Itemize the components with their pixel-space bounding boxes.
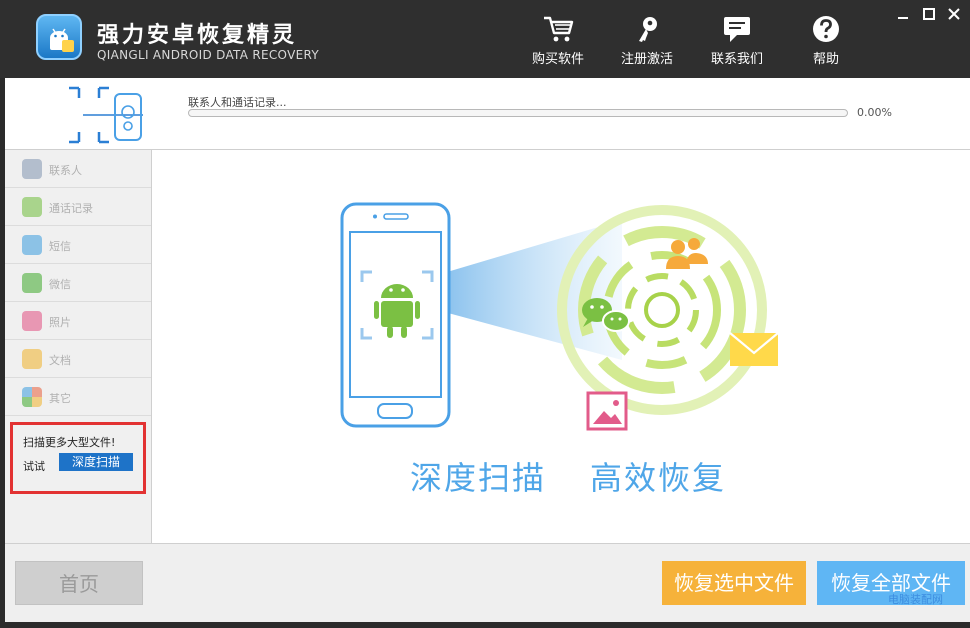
sidebar-item-wechat[interactable]: 微信	[5, 264, 151, 302]
sidebar-item-contacts[interactable]: 联系人	[5, 150, 151, 188]
help-label: 帮助	[812, 52, 839, 67]
title-bar: 强力安卓恢复精灵 QIANGLI ANDROID DATA RECOVERY 购…	[0, 0, 970, 78]
recovery-illustration	[340, 202, 779, 431]
shopping-cart-icon	[544, 16, 574, 42]
sidebar-item-label: 短信	[49, 240, 71, 253]
sidebar-item-photos[interactable]: 照片	[5, 302, 151, 340]
app-subtitle: QIANGLI ANDROID DATA RECOVERY	[97, 48, 319, 62]
close-icon[interactable]	[946, 6, 962, 22]
contacts-icon	[22, 159, 42, 179]
sidebar-item-sms[interactable]: 短信	[5, 226, 151, 264]
chat-bubble-icon	[724, 17, 750, 42]
scan-progress-panel: 联系人和通话记录... 0.00%	[5, 78, 970, 150]
sidebar-item-label: 通话记录	[49, 202, 93, 215]
contact-us-label: 联系我们	[710, 52, 763, 67]
promo-try-label: 试试	[23, 460, 45, 473]
scan-status-text: 联系人和通话记录...	[188, 96, 287, 109]
sidebar-item-label: 微信	[49, 278, 71, 291]
deep-scan-promo: 扫描更多大型文件! 试试 深度扫描	[10, 422, 146, 494]
action-bar: 首页 恢复选中文件 恢复全部文件	[5, 543, 970, 622]
maximize-icon[interactable]	[921, 6, 937, 22]
scan-illustration-panel: 深度扫描 高效恢复	[152, 150, 970, 543]
help-question-icon	[813, 16, 839, 42]
photo-icon	[22, 311, 42, 331]
help-button[interactable]: 帮助	[791, 14, 861, 70]
scan-progress-bar	[188, 109, 848, 117]
recover-selected-button[interactable]: 恢复选中文件	[662, 561, 806, 605]
sidebar-item-label: 文档	[49, 354, 71, 367]
promo-text: 扫描更多大型文件!	[23, 436, 116, 449]
register-activate-label: 注册激活	[620, 52, 673, 67]
buy-software-label: 购买软件	[531, 52, 584, 67]
email-envelope-icon	[729, 332, 779, 366]
sidebar-item-label: 联系人	[49, 164, 82, 177]
watermark-text: 电脑装配网	[888, 593, 943, 606]
deep-scan-button[interactable]: 深度扫描	[59, 453, 133, 471]
deep-scan-caption: 深度扫描	[410, 459, 547, 497]
window-bottom-border	[0, 622, 970, 628]
sidebar-item-label: 其它	[49, 392, 71, 405]
efficient-recovery-caption: 高效恢复	[590, 459, 727, 497]
app-logo-icon	[36, 14, 82, 60]
sidebar-item-others[interactable]: 其它	[5, 378, 151, 416]
contact-us-button[interactable]: 联系我们	[702, 14, 772, 70]
register-activate-button[interactable]: 注册激活	[612, 14, 682, 70]
sidebar-item-documents[interactable]: 文档	[5, 340, 151, 378]
document-icon	[22, 349, 42, 369]
home-button[interactable]: 首页	[15, 561, 143, 605]
app-title: 强力安卓恢复精灵	[97, 23, 298, 48]
category-sidebar: 联系人 通话记录 短信 微信 照片 文档 其它 扫描更多大型文件! 试试 深度扫…	[5, 150, 152, 543]
scan-percent: 0.00%	[857, 106, 892, 119]
minimize-icon[interactable]	[895, 6, 911, 22]
phone-call-icon	[22, 197, 42, 217]
key-icon	[639, 17, 657, 42]
sidebar-item-call-log[interactable]: 通话记录	[5, 188, 151, 226]
wechat-icon	[22, 273, 42, 293]
others-icon	[22, 387, 42, 407]
scanning-phone-icon	[69, 86, 143, 144]
sidebar-item-label: 照片	[49, 316, 71, 329]
photo-icon	[586, 391, 628, 431]
sms-icon	[22, 235, 42, 255]
buy-software-button[interactable]: 购买软件	[523, 14, 593, 70]
